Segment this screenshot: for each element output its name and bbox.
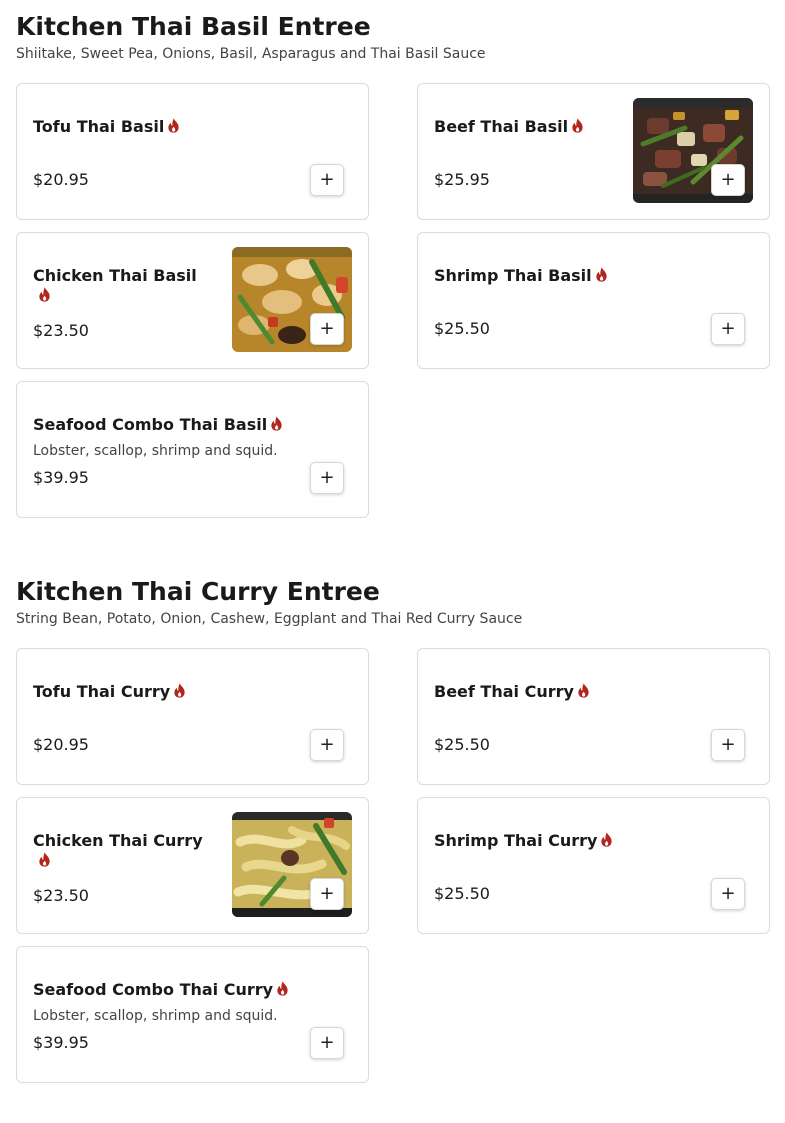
item-name: Shrimp Thai Curry (434, 831, 754, 851)
flame-icon (276, 981, 289, 996)
add-item-button[interactable]: + (711, 729, 745, 761)
item-name: Seafood Combo Thai Basil (33, 415, 353, 435)
item-price: $23.50 (33, 321, 89, 340)
add-item-button[interactable]: + (310, 462, 344, 494)
add-item-button[interactable]: + (310, 1027, 344, 1059)
menu-item-card[interactable]: Chicken Thai Basil $23.50 + (16, 232, 369, 369)
item-price: $25.95 (434, 170, 490, 189)
add-item-button[interactable]: + (310, 878, 344, 910)
flame-icon (38, 287, 51, 302)
menu-item-card[interactable]: Beef Thai Basil $25.95 + (417, 83, 770, 220)
menu-item-card[interactable]: Tofu Thai Curry $20.95 + (16, 648, 369, 785)
flame-icon (595, 267, 608, 282)
flame-icon (270, 416, 283, 431)
flame-icon (577, 683, 590, 698)
add-item-button[interactable]: + (310, 729, 344, 761)
add-item-button[interactable]: + (711, 878, 745, 910)
item-name: Chicken Thai Basil (33, 266, 213, 306)
item-price: $39.95 (33, 468, 89, 487)
item-price: $25.50 (434, 884, 490, 903)
item-price: $25.50 (434, 735, 490, 754)
item-name: Tofu Thai Basil (33, 117, 213, 137)
add-item-button[interactable]: + (711, 313, 745, 345)
menu-item-card[interactable]: Seafood Combo Thai Basil Lobster, scallo… (16, 381, 369, 518)
item-name: Seafood Combo Thai Curry (33, 980, 353, 1000)
section-subtitle: Shiitake, Sweet Pea, Onions, Basil, Aspa… (16, 46, 486, 62)
menu-item-card[interactable]: Chicken Thai Curry $23.50 + (16, 797, 369, 934)
flame-icon (173, 683, 186, 698)
menu-item-card[interactable]: Beef Thai Curry $25.50 + (417, 648, 770, 785)
item-price: $20.95 (33, 170, 89, 189)
add-item-button[interactable]: + (711, 164, 745, 196)
item-description: Lobster, scallop, shrimp and squid. (33, 443, 278, 459)
menu-item-card[interactable]: Seafood Combo Thai Curry Lobster, scallo… (16, 946, 369, 1083)
add-item-button[interactable]: + (310, 313, 344, 345)
flame-icon (167, 118, 180, 133)
section-title: Kitchen Thai Basil Entree (16, 12, 371, 41)
item-price: $25.50 (434, 319, 490, 338)
menu-item-card[interactable]: Shrimp Thai Curry $25.50 + (417, 797, 770, 934)
item-name: Beef Thai Curry (434, 682, 754, 702)
item-description: Lobster, scallop, shrimp and squid. (33, 1008, 278, 1024)
item-name: Beef Thai Basil (434, 117, 614, 137)
section-title: Kitchen Thai Curry Entree (16, 577, 380, 606)
flame-icon (600, 832, 613, 847)
section-thai-curry: Kitchen Thai Curry Entree String Bean, P… (16, 577, 769, 628)
add-item-button[interactable]: + (310, 164, 344, 196)
item-price: $39.95 (33, 1033, 89, 1052)
item-name: Shrimp Thai Basil (434, 266, 754, 286)
menu-item-card[interactable]: Shrimp Thai Basil $25.50 + (417, 232, 770, 369)
section-subtitle: String Bean, Potato, Onion, Cashew, Eggp… (16, 611, 523, 627)
item-name: Chicken Thai Curry (33, 831, 213, 871)
item-price: $23.50 (33, 886, 89, 905)
item-name: Tofu Thai Curry (33, 682, 213, 702)
menu-item-card[interactable]: Tofu Thai Basil $20.95 + (16, 83, 369, 220)
flame-icon (571, 118, 584, 133)
section-thai-basil: Kitchen Thai Basil Entree Shiitake, Swee… (16, 12, 769, 63)
item-price: $20.95 (33, 735, 89, 754)
flame-icon (38, 852, 51, 867)
